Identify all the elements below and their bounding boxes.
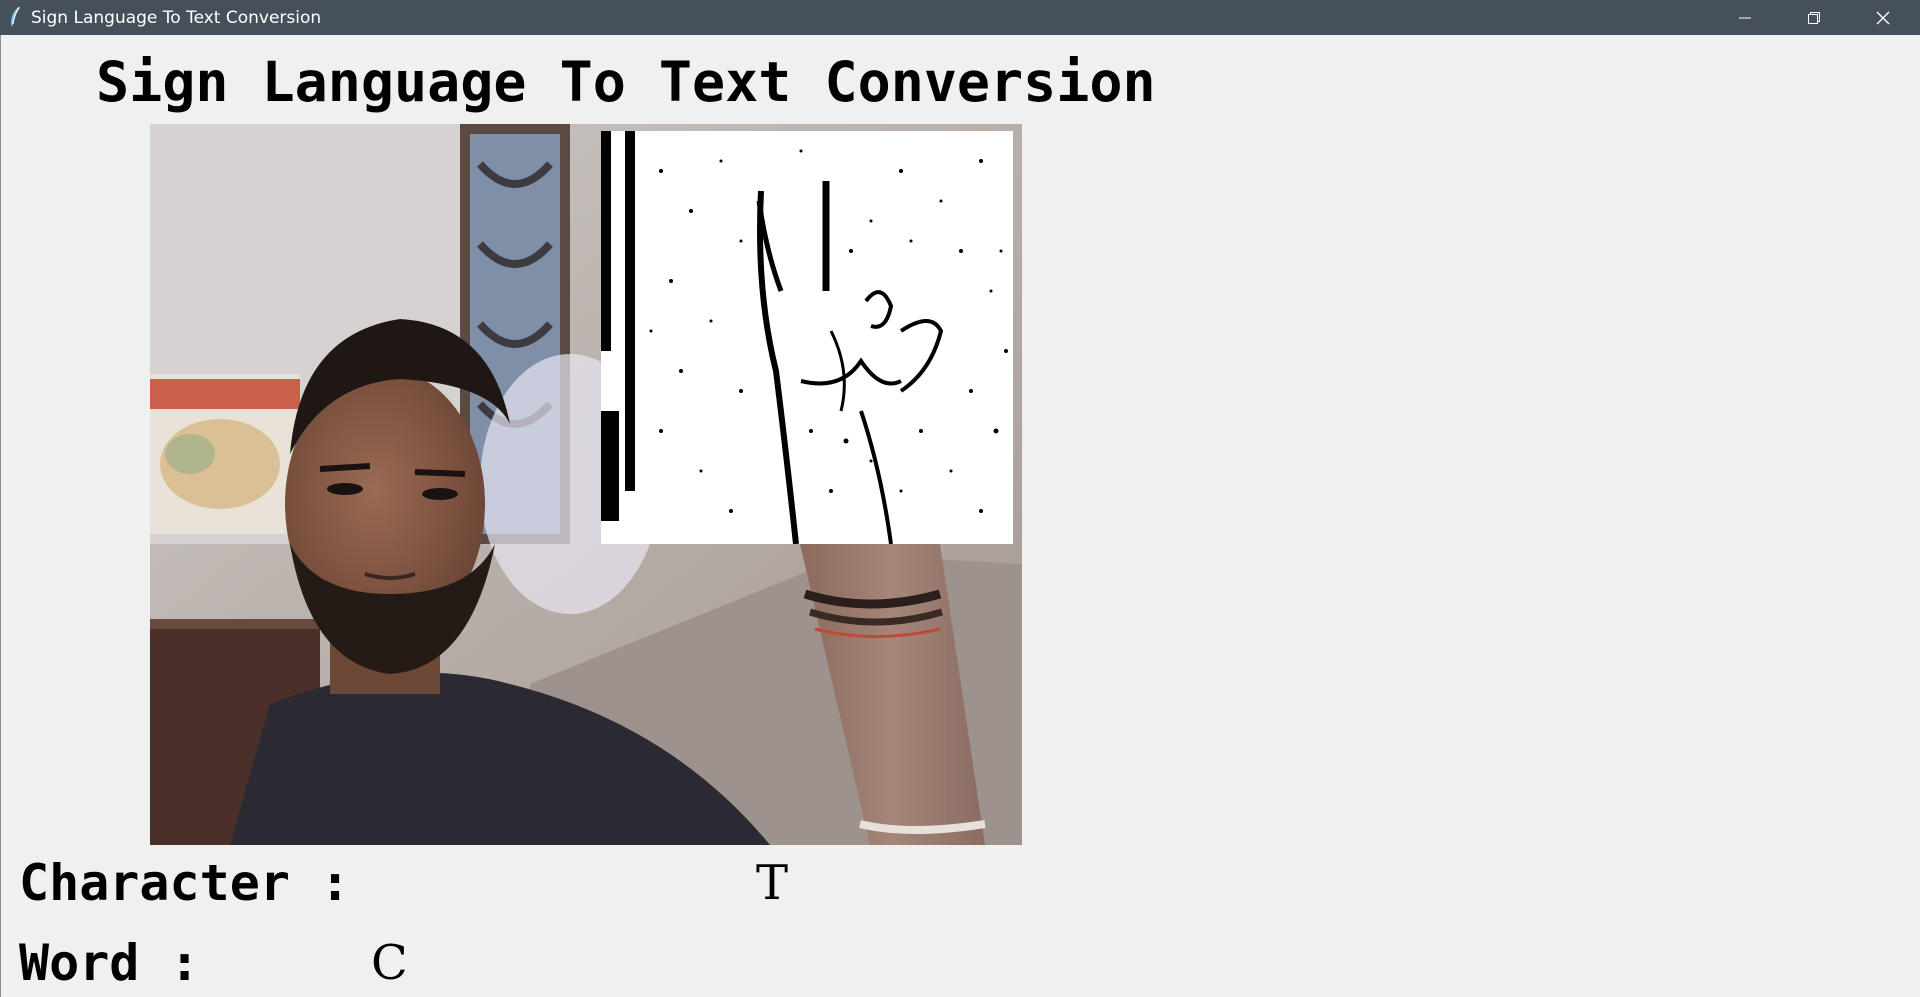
hand-threshold-view (601, 131, 1013, 544)
word-value: C (371, 935, 408, 991)
page-title: Sign Language To Text Conversion (96, 50, 1156, 114)
word-label: Word : (19, 934, 200, 992)
restore-icon (1807, 11, 1821, 25)
character-value: T (756, 855, 789, 911)
close-button[interactable] (1848, 0, 1918, 35)
feather-icon (8, 6, 22, 28)
restore-button[interactable] (1779, 0, 1849, 35)
title-bar: Sign Language To Text Conversion (0, 0, 1920, 35)
character-label: Character : (19, 854, 351, 912)
close-icon (1875, 10, 1891, 26)
minimize-icon (1738, 11, 1752, 25)
main-window: Sign Language To Text Conversion Charact… (0, 35, 1920, 997)
window-title: Sign Language To Text Conversion (31, 8, 322, 28)
minimize-button[interactable] (1710, 0, 1780, 35)
